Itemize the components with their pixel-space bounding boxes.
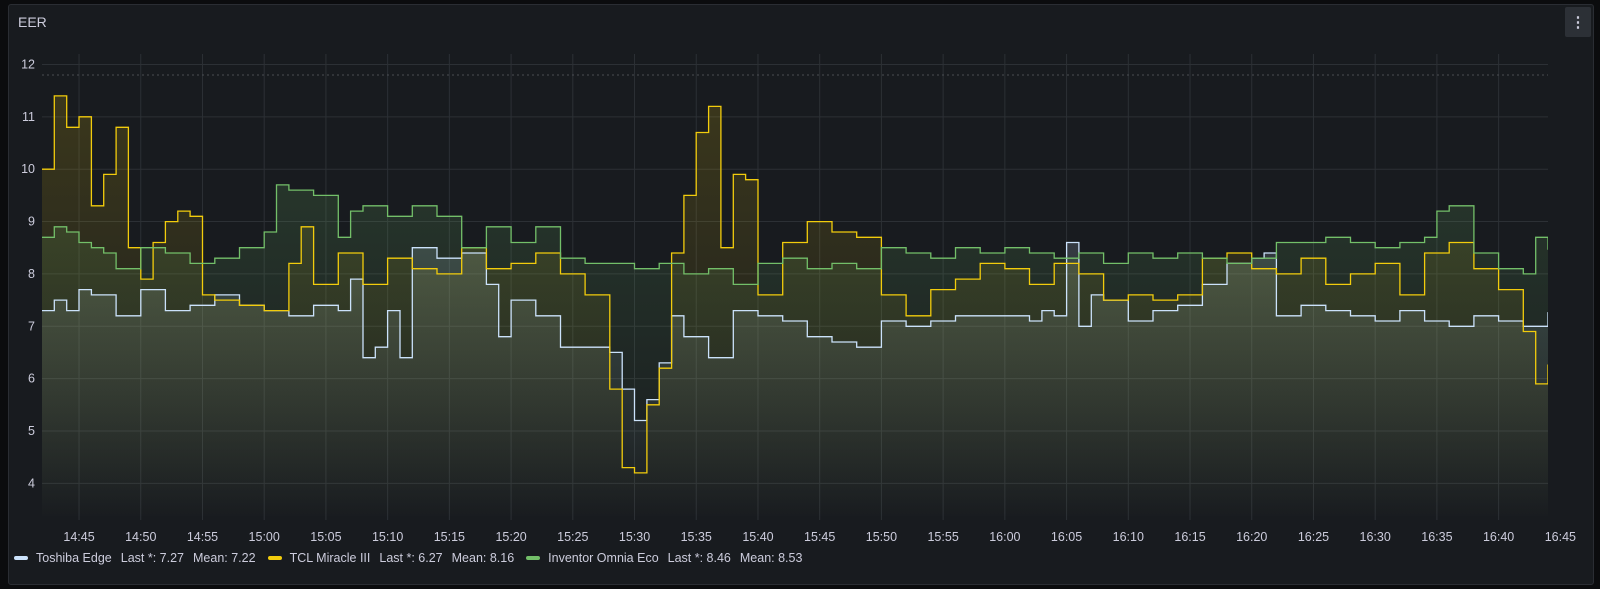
x-tick-label: 16:30 <box>1360 530 1391 544</box>
x-tick-label: 16:15 <box>1174 530 1205 544</box>
legend-mean-inventor-omnia-eco: Mean: 8.53 <box>739 551 803 565</box>
y-axis: 4 5 6 7 8 9 10 11 12 <box>21 57 35 490</box>
legend-mean-toshiba-edge: Mean: 7.22 <box>193 551 256 565</box>
x-tick-label: 14:45 <box>63 530 94 544</box>
y-tick-label: 7 <box>28 319 35 333</box>
x-tick-label: 15:55 <box>927 530 958 544</box>
x-axis: 14:45 14:50 14:55 15:00 15:05 15:10 15:15 15:20… <box>63 530 1576 544</box>
legend-last-toshiba-edge: Last *: 7.27 <box>120 551 185 565</box>
series-area-inventor-omnia-eco <box>42 184 1548 520</box>
y-tick-label: 9 <box>28 215 35 229</box>
x-tick-label: 15:25 <box>557 530 588 544</box>
x-tick-label: 16:45 <box>1545 530 1576 544</box>
x-tick-label: 16:10 <box>1113 530 1144 544</box>
legend-label-inventor-omnia-eco: Inventor Omnia Eco <box>548 551 659 565</box>
x-tick-label: 15:45 <box>804 530 835 544</box>
x-tick-label: 16:25 <box>1298 530 1329 544</box>
legend: Toshiba Edge Last *: 7.27 Mean: 7.22 TCL… <box>14 551 814 565</box>
y-tick-label: 6 <box>28 372 35 386</box>
y-tick-label: 12 <box>21 57 35 71</box>
x-tick-label: 15:10 <box>372 530 403 544</box>
x-tick-label: 15:40 <box>742 530 773 544</box>
legend-swatch-tcl-miracle-iii <box>267 556 282 560</box>
x-tick-label: 14:55 <box>187 530 218 544</box>
y-tick-label: 8 <box>28 267 35 281</box>
series-areas <box>42 95 1548 521</box>
x-tick-label: 15:30 <box>619 530 650 544</box>
x-tick-label: 15:20 <box>495 530 526 544</box>
legend-item-inventor-omnia-eco[interactable]: Inventor Omnia Eco Last *: 8.46 Mean: 8.… <box>526 551 802 565</box>
x-tick-label: 15:35 <box>681 530 712 544</box>
legend-label-tcl-miracle-iii: TCL Miracle III <box>289 551 371 565</box>
x-tick-label: 16:05 <box>1051 530 1082 544</box>
legend-last-tcl-miracle-iii: Last *: 6.27 <box>379 551 443 565</box>
x-tick-label: 15:05 <box>310 530 341 544</box>
x-tick-label: 14:50 <box>125 530 156 544</box>
legend-swatch-toshiba-edge <box>14 556 28 560</box>
eer-chart: 4 5 6 7 8 9 10 11 12 14:45 14:50 14:55 15:00 15:05 15… <box>21 54 1576 544</box>
y-tick-label: 4 <box>28 476 35 490</box>
x-tick-label: 15:50 <box>866 530 897 544</box>
legend-last-inventor-omnia-eco: Last *: 8.46 <box>667 551 731 565</box>
x-tick-label: 16:35 <box>1421 530 1452 544</box>
y-tick-label: 10 <box>21 162 35 176</box>
x-tick-label: 16:00 <box>989 530 1020 544</box>
legend-mean-tcl-miracle-iii: Mean: 8.16 <box>451 551 515 565</box>
legend-swatch-inventor-omnia-eco <box>526 556 541 560</box>
x-tick-label: 16:20 <box>1236 530 1267 544</box>
y-tick-label: 11 <box>22 110 35 124</box>
x-tick-label: 16:40 <box>1483 530 1514 544</box>
legend-item-toshiba-edge[interactable]: Toshiba Edge Last *: 7.27 Mean: 7.22 <box>14 551 256 565</box>
x-tick-label: 15:15 <box>434 530 465 544</box>
legend-item-tcl-miracle-iii[interactable]: TCL Miracle III Last *: 6.27 Mean: 8.16 <box>267 551 515 565</box>
x-tick-label: 15:00 <box>249 530 280 544</box>
y-tick-label: 5 <box>28 424 35 438</box>
legend-label-toshiba-edge: Toshiba Edge <box>36 551 112 565</box>
